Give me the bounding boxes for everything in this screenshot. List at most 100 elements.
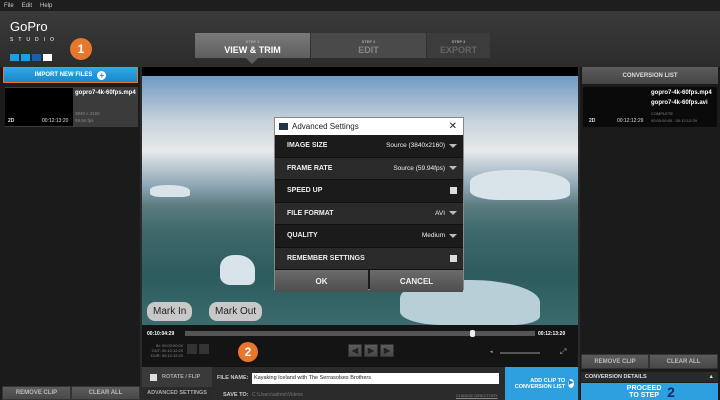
clear-all-button[interactable]: CLEAR ALL bbox=[71, 386, 140, 400]
advanced-settings-dialog: Advanced Settings ✕ IMAGE SIZE Source (384… bbox=[274, 117, 464, 292]
conversion-duration: 00:12:12:29 bbox=[617, 118, 644, 124]
save-to-label: SAVE TO: bbox=[223, 392, 249, 398]
dialog-titlebar: Advanced Settings ✕ bbox=[275, 118, 463, 135]
setting-label: FILE FORMAT bbox=[287, 209, 334, 217]
ok-button[interactable]: OK bbox=[275, 270, 368, 292]
conversion-details-label: CONVERSION DETAILS bbox=[585, 374, 647, 380]
current-time: 00:10:04:29 bbox=[147, 331, 175, 337]
frame-rate-row[interactable]: FRAME RATE Source (59.94fps) bbox=[275, 157, 463, 180]
menu-file[interactable]: File bbox=[4, 3, 14, 9]
cancel-button[interactable]: CANCEL bbox=[370, 270, 463, 292]
speed-up-checkbox[interactable] bbox=[450, 187, 457, 195]
chevron-down-icon bbox=[449, 143, 457, 148]
add-clip-label: ADD CLIP TO CONVERSION LIST bbox=[514, 377, 566, 390]
conversion-list-title: CONVERSION LIST bbox=[582, 67, 718, 84]
advanced-settings-tab[interactable]: ADVANCED SETTINGS bbox=[142, 387, 212, 400]
quality-value: Medium bbox=[421, 232, 445, 240]
conversion-details-toggle[interactable]: CONVERSION DETAILS ▲ bbox=[581, 372, 718, 382]
annotation-badge-2: 2 bbox=[238, 342, 258, 362]
step-back-button[interactable]: ◀ bbox=[348, 344, 362, 357]
menu-bar: File Edit Help bbox=[0, 0, 720, 11]
proceed-to-step-2-button[interactable]: PROCEED TO STEP 2 bbox=[581, 383, 718, 400]
add-clip-to-conversion-list-button[interactable]: ADD CLIP TO CONVERSION LIST ▶ bbox=[505, 367, 578, 400]
setting-label: FRAME RATE bbox=[287, 164, 333, 172]
clip-mode: 2D bbox=[8, 118, 15, 124]
conversion-remove-clip-button[interactable]: REMOVE CLIP bbox=[581, 354, 649, 369]
mark-in-button[interactable] bbox=[187, 344, 197, 354]
quality-row[interactable]: QUALITY Medium bbox=[275, 225, 463, 248]
iceberg bbox=[470, 170, 570, 200]
chevron-down-icon bbox=[449, 233, 457, 238]
volume-icon: ◂ bbox=[490, 349, 493, 355]
play-button[interactable]: ▶ bbox=[364, 344, 378, 357]
chevron-down-icon bbox=[449, 211, 457, 216]
file-format-row[interactable]: FILE FORMAT AVI bbox=[275, 202, 463, 225]
import-label: IMPORT NEW FILES bbox=[34, 72, 93, 78]
clip-fps: 59.94 fps bbox=[75, 118, 94, 123]
volume-slider[interactable] bbox=[500, 352, 540, 354]
setting-label: REMEMBER SETTINGS bbox=[287, 254, 365, 262]
conversion-source: gopro7-4k-60fps.mp4 bbox=[651, 90, 712, 96]
import-new-files-button[interactable]: IMPORT NEW FILES + bbox=[3, 67, 138, 83]
fullscreen-icon[interactable]: ⤢ bbox=[560, 347, 566, 357]
setting-label: QUALITY bbox=[287, 232, 318, 240]
conversion-mode: 2D bbox=[589, 118, 596, 124]
menu-edit[interactable]: Edit bbox=[22, 3, 32, 9]
step-label: EDIT bbox=[358, 45, 379, 55]
change-directory-link[interactable]: CHANGE DIRECTORY bbox=[456, 393, 498, 398]
remember-settings-checkbox[interactable] bbox=[450, 254, 457, 262]
end-time: 00:12:13:20 bbox=[538, 331, 566, 337]
play-circle-icon: ▶ bbox=[568, 379, 574, 388]
image-size-row[interactable]: IMAGE SIZE Source (3840x2160) bbox=[275, 135, 463, 158]
mark-out-callout: Mark Out bbox=[209, 302, 263, 321]
logo-sub: STUDIO bbox=[10, 37, 59, 43]
mark-in-callout: Mark In bbox=[147, 302, 193, 321]
iceberg bbox=[220, 255, 255, 285]
menu-help[interactable]: Help bbox=[40, 3, 52, 9]
tab-export[interactable]: STEP 3 EXPORT bbox=[427, 33, 490, 58]
conversion-status: COMPLETE bbox=[651, 111, 674, 116]
proceed-step-number: 2 bbox=[667, 383, 675, 400]
logo-name: GoPro bbox=[10, 19, 48, 34]
chevron-down-icon bbox=[449, 166, 457, 171]
clip-duration: 00:12:13:20 bbox=[42, 118, 69, 124]
remember-settings-row: REMEMBER SETTINGS bbox=[275, 247, 463, 270]
step-label: VIEW & TRIM bbox=[224, 45, 281, 55]
plus-icon: + bbox=[97, 70, 107, 80]
setting-label: IMAGE SIZE bbox=[287, 142, 328, 150]
app-icon bbox=[279, 123, 288, 130]
file-name-label: FILE NAME: bbox=[217, 375, 249, 381]
tab-edit[interactable]: STEP 2 EDIT bbox=[311, 33, 426, 58]
file-name-input[interactable]: Kayaking Iceland with The Serrasolses Br… bbox=[252, 373, 499, 384]
remove-clip-button[interactable]: REMOVE CLIP bbox=[2, 386, 71, 400]
playhead[interactable] bbox=[470, 330, 475, 337]
clip-resolution: 3840 x 2160 bbox=[75, 111, 100, 116]
image-size-value: Source (3840x2160) bbox=[386, 142, 445, 150]
rotate-flip-toggle[interactable]: ROTATE / FLIP bbox=[142, 367, 212, 387]
speed-up-row: SPEED UP bbox=[275, 180, 463, 203]
active-step-pointer bbox=[246, 58, 258, 64]
conversion-clear-all-button[interactable]: CLEAR ALL bbox=[649, 354, 718, 369]
duration: DUR: 00:12:12:29 bbox=[150, 353, 183, 358]
clip-name: gopro7-4k-60fps.mp4 bbox=[75, 90, 136, 96]
frame-rate-value: Source (59.94fps) bbox=[393, 164, 445, 172]
scrub-bar[interactable] bbox=[185, 331, 535, 336]
annotation-badge-1: 1 bbox=[70, 38, 92, 60]
step-forward-button[interactable]: ▶ bbox=[380, 344, 394, 357]
in-out-info: IN: 00:00:00:00 OUT: 00:12:12:29 DUR: 00:1… bbox=[145, 343, 183, 358]
close-icon[interactable]: ✕ bbox=[449, 121, 457, 132]
rotate-label: ROTATE / FLIP bbox=[162, 374, 201, 380]
chevron-up-icon: ▲ bbox=[708, 374, 714, 380]
gopro-logo: GoPro STUDIO bbox=[10, 20, 59, 63]
conversion-target: gopro7-4k-60fps.avi bbox=[651, 100, 708, 106]
file-format-value: AVI bbox=[435, 209, 445, 217]
setting-label: SPEED UP bbox=[287, 187, 323, 195]
mark-out-button[interactable] bbox=[199, 344, 209, 354]
proceed-label: PROCEED TO STEP bbox=[626, 384, 662, 399]
conversion-files: gopro7-4k-60fps.mp4 gopro7-4k-60fps.avi bbox=[651, 88, 712, 108]
dialog-title: Advanced Settings bbox=[292, 122, 359, 131]
rotate-checkbox[interactable] bbox=[150, 373, 157, 381]
tab-view-trim[interactable]: STEP 1 VIEW & TRIM bbox=[195, 33, 310, 58]
save-to-path: C:\Users\admin\Videos bbox=[252, 392, 304, 398]
conversion-range: 00:00:00:00 - 00:12:12:29 bbox=[651, 118, 697, 123]
